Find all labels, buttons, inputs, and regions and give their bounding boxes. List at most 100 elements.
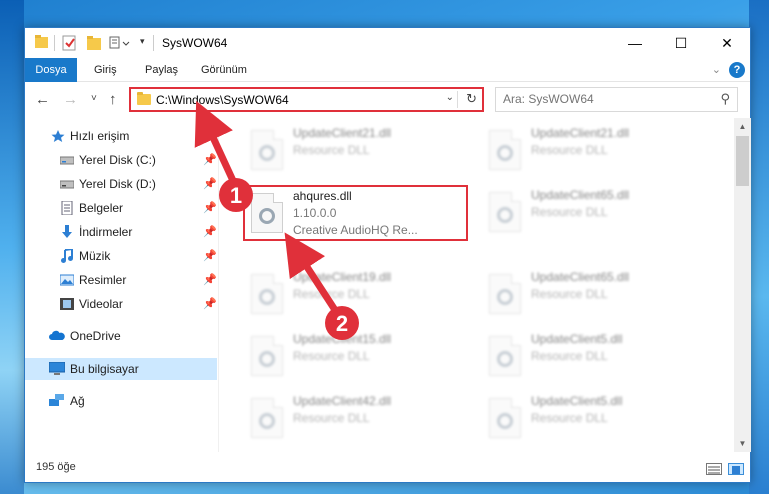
file-item[interactable]: UpdateClient21.dll Resource DLL [245, 124, 469, 182]
pin-icon[interactable]: 📌 [203, 153, 217, 166]
file-item[interactable]: UpdateClient19.dll Resource DLL [245, 268, 469, 326]
file-type: Resource DLL [531, 143, 608, 157]
sidebar-item-music[interactable]: Müzik 📌 [25, 245, 217, 267]
title-bar: ▾ SysWOW64 — ☐ ✕ [25, 28, 750, 58]
sidebar-item-label: OneDrive [70, 329, 121, 343]
folder-icon [35, 35, 48, 51]
pin-icon[interactable]: 📌 [203, 201, 217, 214]
scroll-thumb[interactable] [736, 136, 749, 186]
pin-icon[interactable]: 📌 [203, 225, 217, 238]
quick-access-dropdown-icon[interactable]: ▾ [140, 36, 150, 52]
file-name: UpdateClient5.dll [531, 394, 623, 408]
sidebar-item-onedrive[interactable]: OneDrive [25, 325, 217, 347]
navigation-pane: Hızlı erişim Yerel Disk (C:) 📌 Yerel Dis… [25, 118, 219, 452]
tab-share[interactable]: Paylaş [145, 58, 178, 82]
sidebar-item-label: Müzik [79, 249, 111, 263]
dll-file-icon [489, 274, 521, 314]
file-type: Resource DLL [531, 411, 608, 425]
address-bar[interactable]: C:\Windows\SysWOW64 ⌄ ↻ [129, 87, 484, 112]
pin-icon[interactable]: 📌 [203, 177, 217, 190]
maximize-button[interactable]: ☐ [658, 28, 704, 58]
status-bar: 195 öğe [25, 458, 750, 482]
music-icon [60, 247, 74, 263]
file-item[interactable]: UpdateClient5.dll Resource DLL [483, 392, 707, 450]
file-type: Resource DLL [293, 349, 370, 363]
file-item[interactable]: UpdateClient65.dll Resource DLL [483, 268, 707, 326]
file-type: Resource DLL [531, 205, 608, 219]
dll-file-icon [489, 336, 521, 376]
sidebar-item-label: Resimler [79, 273, 127, 287]
pin-icon[interactable]: 📌 [203, 249, 217, 262]
tab-view[interactable]: Görünüm [201, 58, 247, 82]
sidebar-item-videos[interactable]: Videolar 📌 [25, 293, 217, 315]
sidebar-item-label: Bu bilgisayar [70, 362, 139, 376]
file-name: UpdateClient21.dll [531, 126, 630, 140]
details-view-icon[interactable] [706, 463, 722, 475]
file-item[interactable]: UpdateClient21.dll Resource DLL [483, 124, 707, 182]
refresh-icon[interactable]: ↻ [466, 91, 477, 107]
file-name: UpdateClient21.dll [293, 126, 392, 140]
sidebar-item-local-disk-c[interactable]: Yerel Disk (C:) 📌 [25, 149, 217, 171]
file-item[interactable]: UpdateClient42.dll Resource DLL [245, 392, 469, 450]
help-icon[interactable]: ? [729, 62, 745, 78]
address-path[interactable]: C:\Windows\SysWOW64 [156, 93, 289, 107]
recent-locations-icon[interactable]: ˅ [91, 93, 97, 104]
sidebar-item-network[interactable]: Ağ [25, 390, 217, 412]
sidebar-item-quick-access[interactable]: Hızlı erişim [25, 125, 217, 147]
pictures-icon [59, 273, 75, 287]
sidebar-item-this-pc[interactable]: Bu bilgisayar [25, 358, 217, 380]
window-title: SysWOW64 [162, 36, 228, 50]
close-button[interactable]: ✕ [704, 28, 750, 58]
sidebar-item-downloads[interactable]: İndirmeler 📌 [25, 221, 217, 243]
file-item[interactable]: UpdateClient65.dll Resource DLL [483, 186, 707, 244]
file-name: UpdateClient19.dll [293, 270, 392, 284]
sidebar-item-label: Ağ [70, 394, 85, 408]
sidebar-item-label: İndirmeler [79, 225, 133, 239]
sidebar-item-pictures[interactable]: Resimler 📌 [25, 269, 217, 291]
large-icons-view-icon[interactable] [728, 463, 744, 475]
address-dropdown-icon[interactable]: ⌄ [446, 92, 454, 103]
customize-toolbar-icon[interactable] [109, 35, 131, 51]
file-type: Resource DLL [531, 349, 608, 363]
sidebar-item-label: Videolar [79, 297, 123, 311]
file-item[interactable]: UpdateClient15.dll Resource DLL [245, 330, 469, 388]
back-button[interactable]: ← [35, 91, 50, 108]
file-item[interactable]: UpdateClient5.dll Resource DLL [483, 330, 707, 388]
separator [153, 35, 154, 51]
sidebar-item-documents[interactable]: Belgeler 📌 [25, 197, 217, 219]
file-type: Resource DLL [293, 411, 370, 425]
file-list: UpdateClient21.dll Resource DLL ahqures.… [220, 118, 734, 452]
search-input[interactable] [496, 88, 696, 110]
download-icon [60, 225, 74, 239]
file-name: UpdateClient5.dll [531, 332, 623, 346]
dll-file-icon [251, 130, 283, 170]
folder-icon [137, 92, 151, 105]
pin-icon[interactable]: 📌 [203, 273, 217, 286]
new-folder-icon[interactable] [87, 35, 101, 51]
drive-icon [59, 153, 75, 167]
item-count: 195 öğe [36, 461, 76, 473]
dll-file-icon [489, 398, 521, 438]
minimize-button[interactable]: — [612, 28, 658, 58]
pin-icon[interactable]: 📌 [203, 297, 217, 310]
search-icon[interactable]: ⚲ [720, 91, 730, 107]
video-icon [60, 297, 74, 311]
scroll-up-button[interactable]: ▲ [734, 118, 751, 135]
tab-home[interactable]: Giriş [94, 58, 117, 82]
dll-file-icon [251, 336, 283, 376]
vertical-scrollbar[interactable]: ▲ ▼ [734, 118, 751, 452]
sidebar-item-local-disk-d[interactable]: Yerel Disk (D:) 📌 [25, 173, 217, 195]
separator [54, 35, 55, 51]
computer-icon [48, 361, 66, 376]
drive-icon [59, 177, 75, 191]
scroll-down-button[interactable]: ▼ [734, 435, 751, 452]
properties-icon[interactable] [62, 35, 77, 51]
search-box[interactable]: ⚲ [495, 87, 738, 112]
ribbon-expand-icon[interactable]: ⌄ [712, 63, 721, 76]
sidebar-item-label: Belgeler [79, 201, 124, 215]
forward-button[interactable]: → [63, 91, 78, 108]
sidebar-item-label: Yerel Disk (D:) [79, 177, 156, 191]
sidebar-item-label: Hızlı erişim [70, 129, 130, 143]
up-button[interactable]: ↑ [109, 91, 117, 108]
tab-file[interactable]: Dosya [25, 58, 77, 82]
